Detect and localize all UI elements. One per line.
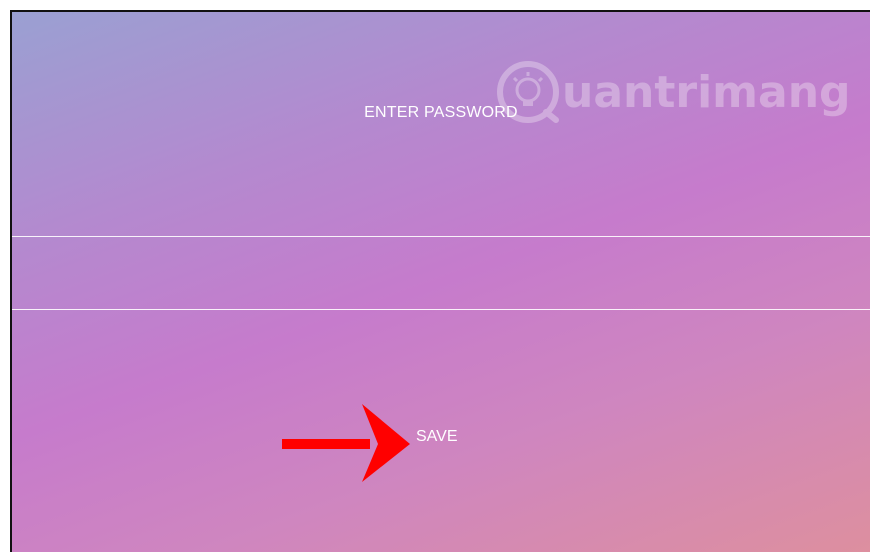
app-window: uantrimang ENTER PASSWORD SAVE bbox=[10, 10, 870, 552]
save-button[interactable]: SAVE bbox=[416, 428, 458, 446]
enter-password-label: ENTER PASSWORD bbox=[364, 104, 518, 121]
arrow-right-icon bbox=[282, 404, 410, 482]
password-input[interactable] bbox=[12, 236, 870, 310]
